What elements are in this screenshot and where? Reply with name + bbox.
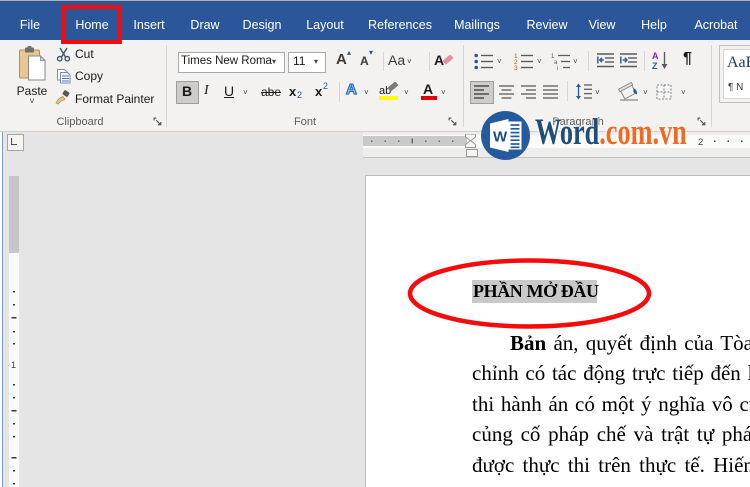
svg-text:1: 1: [11, 360, 16, 370]
svg-text:i: i: [557, 66, 558, 70]
svg-text:2: 2: [698, 137, 703, 148]
svg-text:A: A: [652, 51, 659, 61]
svg-text:W: W: [493, 129, 508, 146]
svg-text:3: 3: [514, 65, 518, 70]
svg-text:Z: Z: [652, 61, 658, 70]
